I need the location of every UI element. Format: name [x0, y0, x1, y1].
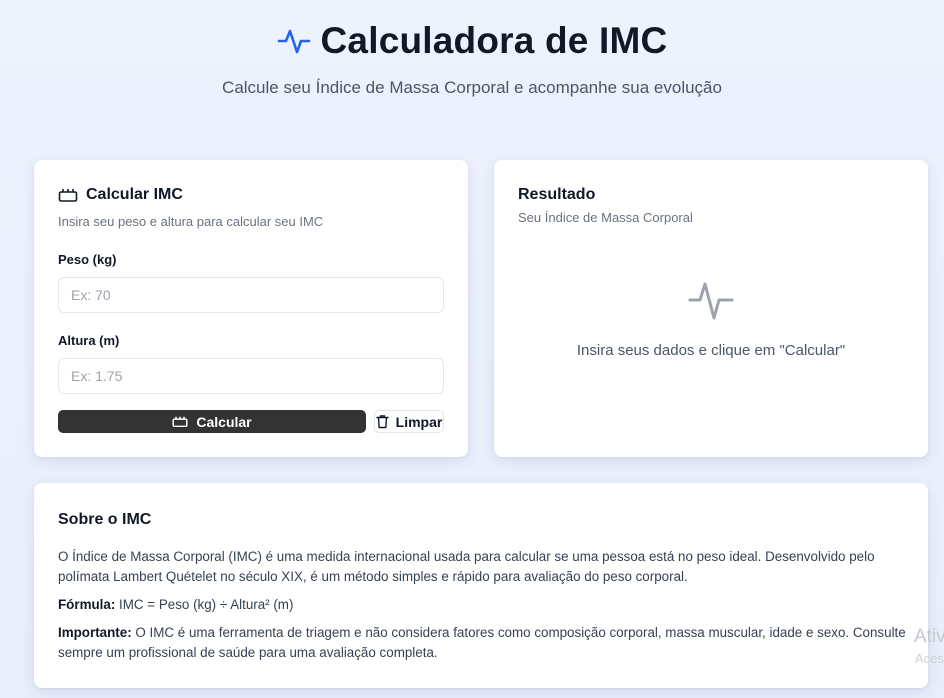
about-card: Sobre o IMC O Índice de Massa Corporal (… [34, 483, 928, 688]
result-card-description: Seu Índice de Massa Corporal [518, 210, 693, 225]
weight-label: Peso (kg) [58, 252, 117, 267]
result-card: Resultado Seu Índice de Massa Corporal I… [494, 160, 928, 457]
scale-icon [172, 415, 188, 428]
calculate-card-header: Calcular IMC [58, 186, 183, 204]
important-label: Importante: [58, 625, 132, 640]
clear-button-label: Limpar [395, 413, 443, 430]
activation-watermark-title: Ativ [914, 626, 944, 647]
calculate-card: Calcular IMC Insira seu peso e altura pa… [34, 160, 468, 457]
page-subtitle: Calcule seu Índice de Massa Corporal e a… [222, 78, 722, 97]
calculate-card-description: Insira seu peso e altura para calcular s… [58, 214, 324, 229]
weight-input[interactable] [58, 277, 444, 313]
trash-icon [375, 414, 389, 429]
calculate-button[interactable]: Calcular [58, 410, 366, 433]
scale-icon [58, 187, 78, 203]
calculate-card-title: Calcular IMC [86, 186, 183, 203]
about-card-title: Sobre o IMC [58, 511, 152, 528]
activity-icon [277, 24, 311, 58]
result-card-header: Resultado [518, 186, 595, 204]
important-value: O IMC é uma ferramenta de triagem e não … [58, 625, 906, 660]
formula-value: IMC = Peso (kg) ÷ Altura² (m) [119, 597, 294, 612]
activation-watermark-subtitle: Aces [915, 651, 944, 666]
page-header: Calculadora de IMC [0, 20, 944, 62]
result-empty-state: Insira seus dados e clique em "Calcular" [494, 278, 928, 359]
important-note: Importante: O IMC é uma ferramenta de tr… [58, 623, 908, 663]
about-paragraph: O Índice de Massa Corporal (IMC) é uma m… [58, 549, 875, 584]
page-title: Calculadora de IMC [320, 20, 668, 61]
result-empty-text: Insira seus dados e clique em "Calcular" [576, 342, 846, 359]
clear-button[interactable]: Limpar [374, 410, 444, 433]
calculate-button-label: Calcular [196, 413, 252, 430]
formula-text: Fórmula: IMC = Peso (kg) ÷ Altura² (m) [58, 595, 908, 615]
result-card-title: Resultado [518, 186, 596, 203]
activity-icon [688, 278, 734, 322]
formula-label: Fórmula: [58, 597, 116, 612]
height-input[interactable] [58, 358, 444, 394]
height-label: Altura (m) [58, 333, 120, 348]
